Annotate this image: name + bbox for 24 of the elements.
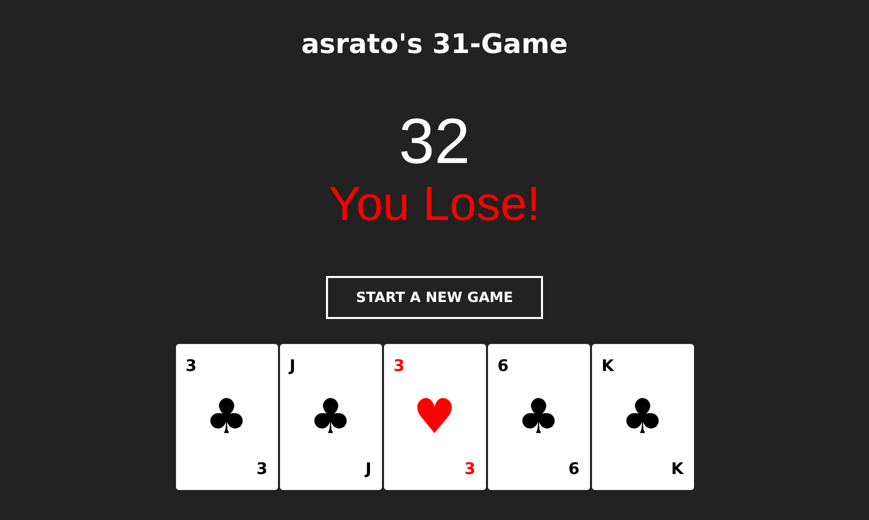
card-rank: 6	[498, 356, 509, 375]
card-rank: 3	[186, 356, 197, 375]
card-rank: J	[366, 459, 372, 478]
card-rank: 3	[256, 459, 268, 478]
suit-symbol: ♣	[308, 393, 352, 441]
result-message: You Lose!	[328, 177, 540, 233]
suit-symbol: ♣	[204, 393, 248, 441]
suit-symbol: ♣	[620, 393, 664, 441]
playing-card[interactable]: 3 ♥ 3	[384, 344, 486, 490]
card-rank: J	[290, 356, 296, 375]
playing-card[interactable]: 3 ♣ 3	[176, 344, 278, 490]
game-title: asrato's 31-Game	[301, 28, 568, 62]
card-rank: 3	[464, 459, 476, 478]
suit-symbol: ♣	[516, 393, 560, 441]
suit-symbol: ♥	[412, 393, 456, 441]
score: 32	[398, 106, 470, 176]
card-rank: K	[602, 356, 614, 375]
new-game-button[interactable]: START A NEW GAME	[326, 276, 543, 319]
card-rank: 3	[394, 356, 405, 375]
playing-card[interactable]: J ♣ J	[280, 344, 382, 490]
playing-card[interactable]: 6 ♣ 6	[488, 344, 590, 490]
card-rank: K	[671, 459, 684, 478]
card-rank: 6	[568, 459, 580, 478]
playing-card[interactable]: K ♣ K	[592, 344, 694, 490]
